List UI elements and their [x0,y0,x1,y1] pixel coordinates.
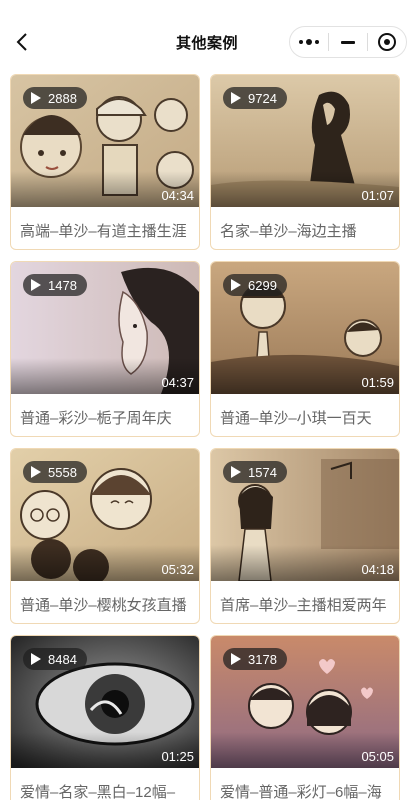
case-card[interactable]: 8484 01:25 爱情–名家–黑白–12幅– [10,635,200,800]
more-dots-icon [299,39,320,45]
video-duration: 05:05 [361,749,394,764]
case-title: 普通–彩沙–栀子周年庆 [20,410,172,427]
video-duration: 01:25 [161,749,194,764]
video-duration: 01:59 [361,375,394,390]
case-title: 爱情–普通–彩灯–6幅–海 [220,784,382,800]
play-icon [31,466,41,478]
case-card[interactable]: 1478 04:37 普通–彩沙–栀子周年庆 [10,261,200,437]
minimize-button[interactable] [329,27,367,57]
case-title: 爱情–名家–黑白–12幅– [20,784,176,800]
view-count-badge: 2888 [23,87,87,109]
view-count-badge: 1574 [223,461,287,483]
view-count-badge: 3178 [223,648,287,670]
play-icon [231,92,241,104]
video-duration: 04:37 [161,375,194,390]
case-title: 首席–单沙–主播相爱两年 [220,597,387,614]
case-title: 普通–单沙–小琪一百天 [220,410,372,427]
case-thumbnail: 1574 04:18 [211,449,399,581]
case-title: 普通–单沙–樱桃女孩直播 [20,597,187,614]
view-count: 9724 [248,90,277,106]
play-icon [231,653,241,665]
view-count: 8484 [48,651,77,667]
case-thumbnail: 1478 04:37 [11,262,199,394]
view-count-badge: 8484 [23,648,87,670]
video-duration: 04:18 [361,562,394,577]
play-icon [231,279,241,291]
close-target-icon [377,33,396,51]
video-duration: 01:07 [361,188,394,203]
view-count: 3178 [248,651,277,667]
close-button[interactable] [368,27,406,57]
video-duration: 05:32 [161,562,194,577]
case-title: 名家–单沙–海边主播 [220,223,357,240]
view-count: 1478 [48,277,77,293]
view-count: 1574 [248,464,277,480]
case-thumbnail: 2888 04:34 [11,75,199,207]
case-thumbnail: 9724 01:07 [211,75,399,207]
play-icon [31,279,41,291]
case-thumbnail: 6299 01:59 [211,262,399,394]
more-button[interactable] [290,27,328,57]
case-title: 高端–单沙–有道主播生涯 [20,223,187,240]
minimize-icon [341,40,355,44]
view-count: 6299 [248,277,277,293]
play-icon [31,92,41,104]
case-card[interactable]: 9724 01:07 名家–单沙–海边主播 [210,74,400,250]
view-count: 2888 [48,90,77,106]
view-count-badge: 5558 [23,461,87,483]
view-count-badge: 9724 [223,87,287,109]
view-count-badge: 6299 [223,274,287,296]
case-thumbnail: 8484 01:25 [11,636,199,768]
view-count: 5558 [48,464,77,480]
case-card[interactable]: 1574 04:18 首席–单沙–主播相爱两年 [210,448,400,624]
case-thumbnail: 3178 05:05 [211,636,399,768]
case-card[interactable]: 2888 04:34 高端–单沙–有道主播生涯 [10,74,200,250]
case-card[interactable]: 5558 05:32 普通–单沙–樱桃女孩直播 [10,448,200,624]
play-icon [31,653,41,665]
case-card[interactable]: 6299 01:59 普通–单沙–小琪一百天 [210,261,400,437]
mini-program-capsule [289,26,407,58]
play-icon [231,466,241,478]
view-count-badge: 1478 [23,274,87,296]
navigation-bar: 其他案例 [0,0,414,64]
case-card[interactable]: 3178 05:05 爱情–普通–彩灯–6幅–海 [210,635,400,800]
video-duration: 04:34 [161,188,194,203]
case-thumbnail: 5558 05:32 [11,449,199,581]
